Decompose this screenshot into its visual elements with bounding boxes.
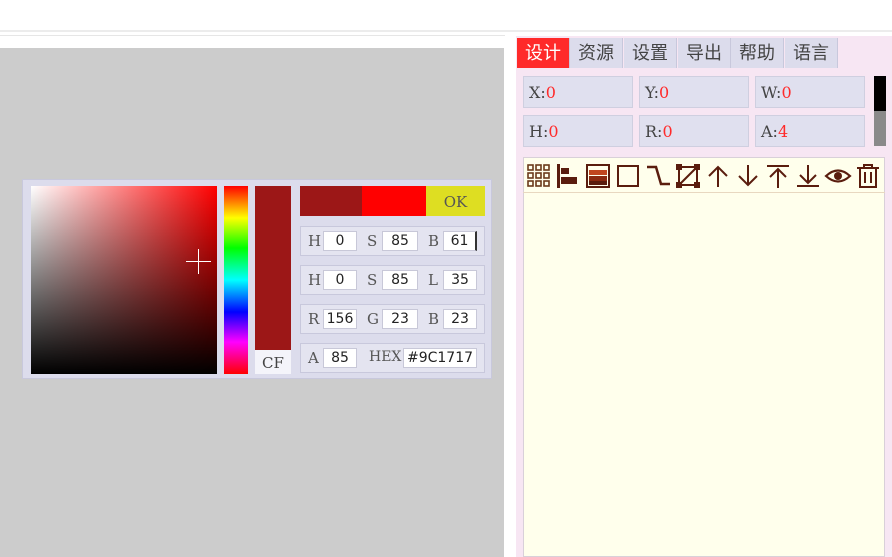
h-field[interactable]: H:0 — [523, 115, 633, 147]
send-bottom-icon[interactable] — [794, 162, 822, 190]
x-label: X: — [529, 83, 546, 102]
layer-toolbar — [523, 160, 885, 193]
rgb-g-input[interactable]: 23 — [382, 309, 418, 329]
connector-icon[interactable] — [644, 162, 672, 190]
tab-help[interactable]: 帮助 — [731, 38, 784, 68]
grid-icon[interactable] — [525, 162, 553, 190]
tab-language[interactable]: 语言 — [785, 38, 838, 68]
canvas-top-divider — [0, 35, 505, 36]
saturation-brightness-field[interactable] — [31, 186, 217, 374]
r-value: 0 — [662, 122, 673, 141]
hsl-h-input[interactable]: 0 — [323, 270, 357, 290]
rgb-r-input[interactable]: 156 — [323, 309, 357, 329]
top-divider — [0, 30, 892, 32]
trash-icon[interactable] — [854, 162, 882, 190]
r-field[interactable]: R:0 — [639, 115, 749, 147]
y-value: 0 — [658, 83, 670, 102]
g-label: G — [367, 310, 379, 328]
x-field[interactable]: X:0 — [523, 76, 633, 108]
layers-icon[interactable] — [584, 162, 612, 190]
a-label: A — [308, 349, 319, 367]
w-value: 0 — [781, 83, 792, 102]
hsl-l-input[interactable]: 35 — [443, 270, 477, 290]
bring-top-icon[interactable] — [764, 162, 792, 190]
a-value: 4 — [777, 122, 789, 141]
color-picker: CF OK H 0 S 85 B 61 H 0 S 85 L 35 R 156 … — [22, 179, 492, 379]
hex-input[interactable]: #9C1717 — [403, 348, 477, 368]
layers-workspace[interactable] — [523, 157, 885, 557]
hsl-s-input[interactable]: 85 — [382, 270, 418, 290]
tab-design[interactable]: 设计 — [517, 38, 570, 68]
rgb-row: R 156 G 23 B 23 — [300, 304, 485, 334]
scrollbar-thumb[interactable] — [874, 111, 886, 146]
l-label: L — [428, 271, 438, 289]
current-color-swatch — [300, 186, 362, 216]
hsb-b-input[interactable]: 61 — [443, 231, 477, 251]
transform-icon[interactable] — [674, 162, 702, 190]
alpha-input[interactable]: 85 — [323, 348, 357, 368]
s-label: S — [367, 271, 378, 289]
tab-resources[interactable]: 资源 — [570, 38, 623, 68]
alpha-label: CF — [255, 350, 291, 374]
h-label: H: — [529, 122, 549, 141]
eye-icon[interactable] — [824, 162, 852, 190]
top-bar — [0, 0, 892, 30]
h-label: H — [308, 232, 322, 250]
a-label: A: — [761, 122, 778, 141]
scrollbar-track-top[interactable] — [874, 76, 886, 111]
rectangle-icon[interactable] — [614, 162, 642, 190]
hsl-row: H 0 S 85 L 35 — [300, 265, 485, 295]
y-field[interactable]: Y:0 — [639, 76, 749, 108]
x-value: 0 — [545, 83, 556, 102]
rgb-b-input[interactable]: 23 — [443, 309, 477, 329]
r-label: R: — [645, 122, 663, 141]
hsb-h-input[interactable]: 0 — [323, 231, 357, 251]
alpha-slider[interactable] — [255, 186, 291, 350]
hsb-s-input[interactable]: 85 — [382, 231, 418, 251]
b-label: B — [428, 232, 440, 250]
ok-button[interactable]: OK — [426, 186, 485, 216]
w-field[interactable]: W:0 — [755, 76, 865, 108]
arrow-down-icon[interactable] — [734, 162, 762, 190]
arrow-up-icon[interactable] — [704, 162, 732, 190]
h-label: H — [308, 271, 322, 289]
hue-slider[interactable] — [224, 186, 248, 374]
a-field[interactable]: A:4 — [755, 115, 865, 147]
w-label: W: — [761, 83, 782, 102]
alpha-hex-row: A 85 HEX #9C1717 — [300, 343, 485, 373]
tab-settings[interactable]: 设置 — [624, 38, 677, 68]
new-color-swatch — [362, 186, 426, 216]
y-label: Y: — [645, 83, 659, 102]
hsb-row: H 0 S 85 B 61 — [300, 226, 485, 256]
crosshair-vertical — [198, 249, 199, 274]
b-label: B — [428, 310, 440, 328]
tab-export[interactable]: 导出 — [678, 38, 731, 68]
hex-label: HEX — [369, 349, 402, 365]
s-label: S — [367, 232, 378, 250]
r-label: R — [308, 310, 320, 328]
h-value: 0 — [548, 122, 559, 141]
align-left-icon[interactable] — [554, 162, 582, 190]
